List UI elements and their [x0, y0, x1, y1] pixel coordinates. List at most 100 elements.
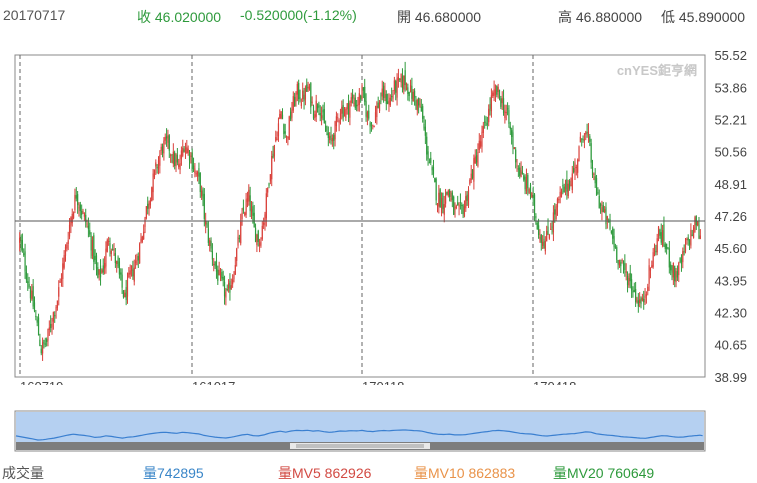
candle-body: [178, 164, 180, 168]
candle-body: [201, 190, 203, 197]
candle-body: [485, 122, 487, 126]
candle-body: [147, 203, 149, 209]
candle-body: [66, 244, 68, 249]
candle-body: [253, 212, 255, 228]
candle-body: [567, 183, 569, 196]
y-tick-label: 53.86: [714, 80, 747, 95]
candle-body: [319, 112, 321, 116]
candle-body: [153, 169, 156, 178]
candle-body: [552, 212, 555, 233]
candle-body: [48, 327, 50, 330]
candle-body: [234, 265, 236, 275]
candle-body: [613, 236, 615, 248]
candle-body: [346, 103, 348, 110]
candle-body: [537, 225, 540, 236]
candle-body: [370, 122, 373, 124]
candle-body: [229, 281, 231, 293]
candle-body: [428, 162, 431, 164]
candle-body: [594, 176, 596, 184]
candle-body: [199, 173, 201, 193]
candle-body: [454, 207, 456, 210]
candle-body: [546, 230, 548, 242]
candle-body: [78, 207, 80, 209]
candle-body: [660, 232, 662, 243]
candle-body: [307, 86, 309, 89]
candle-body: [698, 224, 700, 239]
candle-body: [325, 125, 327, 132]
candle-body: [31, 290, 33, 299]
candle-body: [308, 86, 311, 90]
candle-body: [179, 163, 181, 170]
candle-body: [300, 102, 302, 107]
candle-body: [686, 239, 688, 241]
candle-body: [494, 90, 497, 95]
candle-body: [683, 251, 685, 253]
candlestick-chart[interactable]: cnYES鉅亨網 55.52 53.86 52.21 50.56 48.91 47.26 4…: [0, 40, 757, 385]
candle-body: [121, 274, 123, 288]
candle-body: [411, 86, 413, 99]
candle-body: [186, 147, 188, 154]
candle-body: [361, 85, 363, 100]
candle-body: [108, 241, 110, 243]
volume-value: 量742895: [143, 465, 204, 481]
candle-body: [656, 238, 658, 253]
candle-body: [221, 271, 223, 279]
candle-body: [625, 271, 627, 273]
candle-body: [39, 339, 41, 347]
candle-body: [343, 112, 346, 114]
candle-body: [465, 196, 467, 209]
candle-body: [469, 179, 471, 185]
candle-body: [323, 109, 325, 124]
candle-body: [347, 102, 350, 115]
candle-body: [655, 251, 657, 253]
y-tick-label: 43.95: [714, 273, 747, 288]
candle-body: [136, 260, 138, 265]
candle-body: [680, 259, 683, 265]
candle-body: [648, 265, 650, 284]
candle-body: [498, 89, 501, 98]
candle-body: [558, 199, 560, 201]
candle-body: [618, 259, 621, 266]
candle-body: [458, 204, 460, 207]
candle-body: [248, 189, 250, 202]
candle-body: [202, 189, 204, 199]
candle-body: [190, 155, 192, 157]
time-navigator[interactable]: [0, 408, 757, 454]
candle-body: [447, 190, 449, 196]
candle-body: [628, 278, 630, 286]
candle-body: [657, 226, 660, 236]
candle-body: [535, 215, 537, 219]
x-tick-label: 170118: [362, 379, 404, 385]
candle-body: [364, 86, 366, 102]
candle-body: [176, 154, 178, 163]
candle-body: [368, 110, 370, 119]
candle-body: [620, 262, 622, 267]
candle-body: [68, 225, 71, 237]
candle-body: [477, 152, 479, 167]
candle-body: [481, 131, 483, 147]
y-tick-label: 45.60: [714, 241, 747, 256]
candle-body: [156, 167, 158, 169]
candle-body: [641, 297, 643, 301]
candle-body: [682, 251, 684, 263]
candle-body: [254, 227, 257, 242]
candle-body: [488, 108, 490, 123]
candle-body: [285, 135, 288, 137]
candle-body: [515, 149, 517, 163]
candle-body: [418, 98, 420, 106]
candle-body: [671, 265, 673, 273]
navigator-scroll-handle[interactable]: [290, 443, 430, 449]
candle-body: [93, 235, 95, 262]
candle-body: [409, 85, 412, 93]
candle-body: [511, 130, 513, 137]
candle-body: [194, 168, 196, 174]
candle-body: [508, 110, 510, 124]
candle-body: [230, 285, 232, 290]
candle-body: [449, 190, 451, 198]
candle-body: [626, 276, 629, 285]
candle-body: [432, 167, 435, 175]
candle-body: [118, 261, 121, 275]
candle-body: [621, 260, 623, 262]
candle-body: [134, 261, 137, 263]
candle-body: [113, 248, 115, 251]
